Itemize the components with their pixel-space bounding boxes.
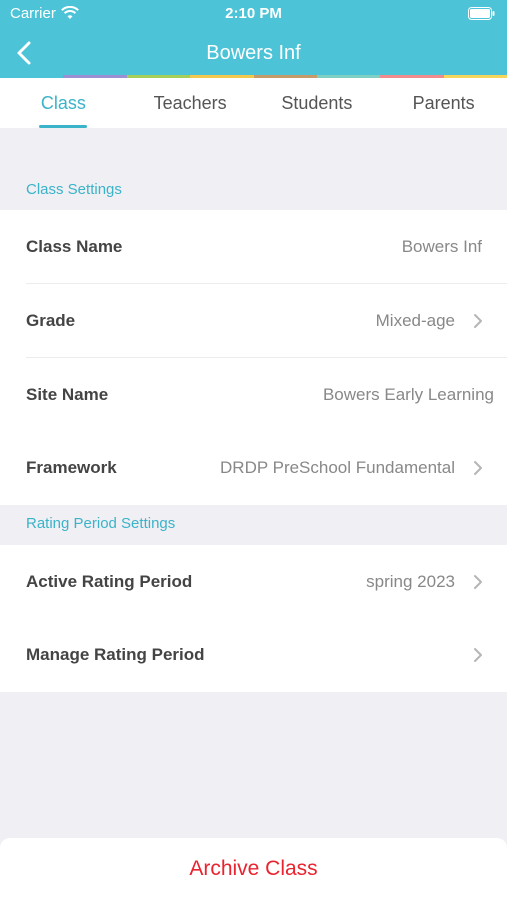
row-grade[interactable]: Grade Mixed-age (0, 284, 507, 358)
archive-class-button[interactable]: Archive Class (0, 838, 507, 900)
row-active-rating-period[interactable]: Active Rating Period spring 2023 (0, 545, 507, 619)
row-label: Grade (26, 311, 76, 330)
tab-students[interactable]: Students (254, 78, 381, 128)
row-value: DRDP PreSchool Fundamental (220, 458, 455, 477)
tab-bar: Class Teachers Students Parents (0, 78, 507, 128)
row-label: Manage Rating Period (26, 645, 205, 664)
page-title: Bowers Inf (206, 42, 301, 64)
chevron-right-icon (474, 575, 482, 589)
row-value: Bowers Early Learning (322, 385, 494, 404)
row-value: Mixed-age (375, 311, 455, 330)
battery-icon (468, 7, 495, 20)
tab-parents[interactable]: Parents (380, 78, 507, 128)
chevron-right-icon (474, 314, 482, 328)
row-value: spring 2023 (366, 572, 455, 591)
row-label: Site Name (26, 385, 109, 404)
row-manage-rating-period[interactable]: Manage Rating Period (0, 618, 507, 692)
chevron-right-icon (474, 648, 482, 662)
navigation-header: Carrier 2:10 PM Bowers Inf (0, 0, 507, 78)
section-header-rating-period-settings: Rating Period Settings (26, 515, 176, 532)
row-site-name: Site Name Bowers Early Learning (0, 358, 507, 432)
row-class-name: Class Name Bowers Inf (0, 210, 507, 284)
section-header-class-settings: Class Settings (26, 181, 122, 198)
chevron-right-icon (474, 461, 482, 475)
row-framework[interactable]: Framework DRDP PreSchool Fundamental (0, 431, 507, 505)
status-bar: Carrier 2:10 PM (0, 0, 507, 28)
row-label: Class Name (26, 237, 123, 256)
tab-teachers[interactable]: Teachers (127, 78, 254, 128)
row-value: Bowers Inf (401, 237, 482, 256)
tab-class[interactable]: Class (0, 78, 127, 128)
row-label: Framework (26, 458, 117, 477)
row-label: Active Rating Period (26, 572, 193, 591)
status-time: 2:10 PM (225, 5, 282, 22)
